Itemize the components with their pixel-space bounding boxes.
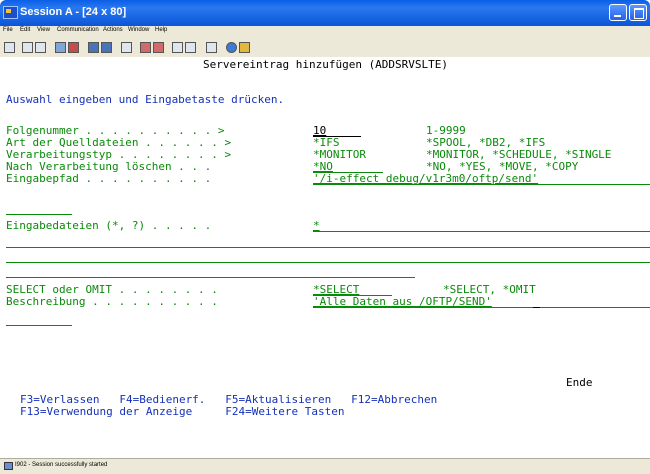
field-label-eingabedateien: Eingabedateien (*, ?) . . . . . (6, 219, 212, 232)
terminal-screen[interactable]: Servereintrag hinzufügen (ADDSRVSLTE) Au… (0, 57, 650, 458)
menu-view[interactable]: View (37, 27, 50, 33)
menu-actions[interactable]: Actions (103, 27, 123, 33)
text-cursor (533, 307, 540, 308)
screen-heading: Servereintrag hinzufügen (ADDSRVSLTE) (203, 58, 449, 71)
title-bar: Session A - [24 x 80] (0, 0, 650, 26)
continuation-line (6, 214, 72, 215)
input-beschreibung-line-2 (6, 325, 72, 326)
keypad-icon[interactable] (101, 42, 112, 53)
more-indicator: Ende (566, 376, 593, 389)
menu-communication[interactable]: Communication (57, 27, 99, 33)
menu-help[interactable]: Help (155, 27, 167, 33)
field-label-beschreibung: Beschreibung . . . . . . . . . . (6, 295, 218, 308)
settings-icon[interactable] (172, 42, 183, 53)
menu-edit[interactable]: Edit (20, 27, 30, 33)
macro-play-icon[interactable] (140, 42, 151, 53)
menu-window[interactable]: Window (128, 27, 149, 33)
menu-bar: File Edit View Communication Actions Win… (0, 26, 650, 39)
print-screen-icon[interactable] (4, 42, 15, 53)
copy-icon[interactable] (22, 42, 33, 53)
minimize-button[interactable] (609, 4, 627, 21)
input-eingabedateien-underline (313, 231, 650, 232)
instruction-text: Auswahl eingeben und Eingabetaste drücke… (6, 93, 285, 106)
status-bar: I902 - Session successfully started (0, 458, 650, 474)
globe-icon[interactable] (226, 42, 237, 53)
macro-record-icon[interactable] (121, 42, 132, 53)
connection-status-icon (4, 462, 13, 470)
display-icon[interactable] (88, 42, 99, 53)
input-eingabedateien-line-2 (6, 247, 650, 248)
input-eingabepfad-underline (313, 184, 650, 185)
input-eingabedateien-line-3 (6, 262, 650, 263)
macro-stop-icon[interactable] (153, 42, 164, 53)
status-message: I902 - Session successfully started (15, 462, 108, 468)
pencil-icon[interactable] (239, 42, 250, 53)
toolbar (0, 39, 650, 58)
clipboard-icon[interactable] (206, 42, 217, 53)
function-keys-line-2[interactable]: F13=Verwendung der Anzeige F24=Weitere T… (20, 406, 345, 418)
maximize-button[interactable] (629, 4, 647, 21)
receive-icon[interactable] (68, 42, 79, 53)
paste-icon[interactable] (35, 42, 46, 53)
input-eingabedateien-line-4 (6, 277, 415, 278)
emulator-window: Session A - [24 x 80] File Edit View Com… (0, 0, 650, 474)
field-label-eingabepfad: Eingabepfad . . . . . . . . . . (6, 172, 212, 185)
menu-file[interactable]: File (3, 27, 13, 33)
input-beschreibung-underline (313, 307, 650, 308)
send-icon[interactable] (55, 42, 66, 53)
app-icon[interactable] (3, 6, 18, 19)
window-title: Session A - [24 x 80] (20, 6, 127, 18)
macro-icon[interactable] (185, 42, 196, 53)
